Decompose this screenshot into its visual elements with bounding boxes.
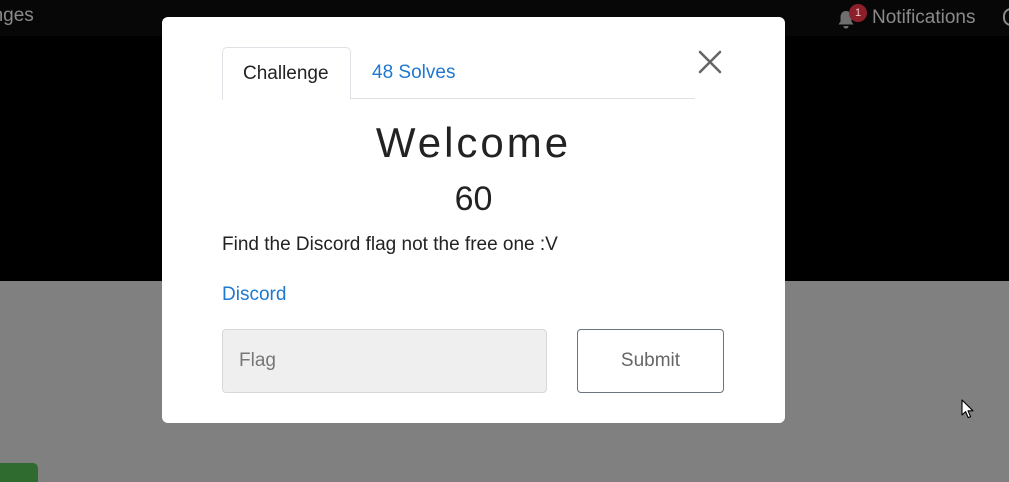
theme-toggle-icon[interactable]: [1003, 8, 1009, 26]
submit-button[interactable]: Submit: [577, 329, 724, 393]
challenge-name: Welcome: [375, 119, 572, 166]
modal-tabs: Challenge 48 Solves: [222, 47, 695, 100]
tab-solves[interactable]: 48 Solves: [352, 47, 475, 99]
notifications-link[interactable]: 1 Notifications: [834, 4, 976, 32]
notifications-label: Notifications: [872, 7, 976, 28]
flag-input[interactable]: [222, 329, 547, 393]
notification-count-badge: 1: [849, 4, 867, 22]
corner-widget[interactable]: [0, 463, 38, 482]
close-icon[interactable]: [697, 49, 723, 75]
challenge-description: Find the Discord flag not the free one :…: [222, 234, 558, 255]
mouse-cursor-icon: [961, 399, 975, 424]
bell-icon: 1: [834, 4, 867, 30]
challenge-modal: Challenge 48 Solves Welcome 60 Find the …: [162, 17, 785, 423]
challenge-value: 60: [454, 180, 493, 218]
discord-link[interactable]: Discord: [222, 282, 286, 308]
tab-challenge[interactable]: Challenge: [222, 47, 351, 100]
nav-link-challenges[interactable]: enges: [0, 5, 34, 27]
